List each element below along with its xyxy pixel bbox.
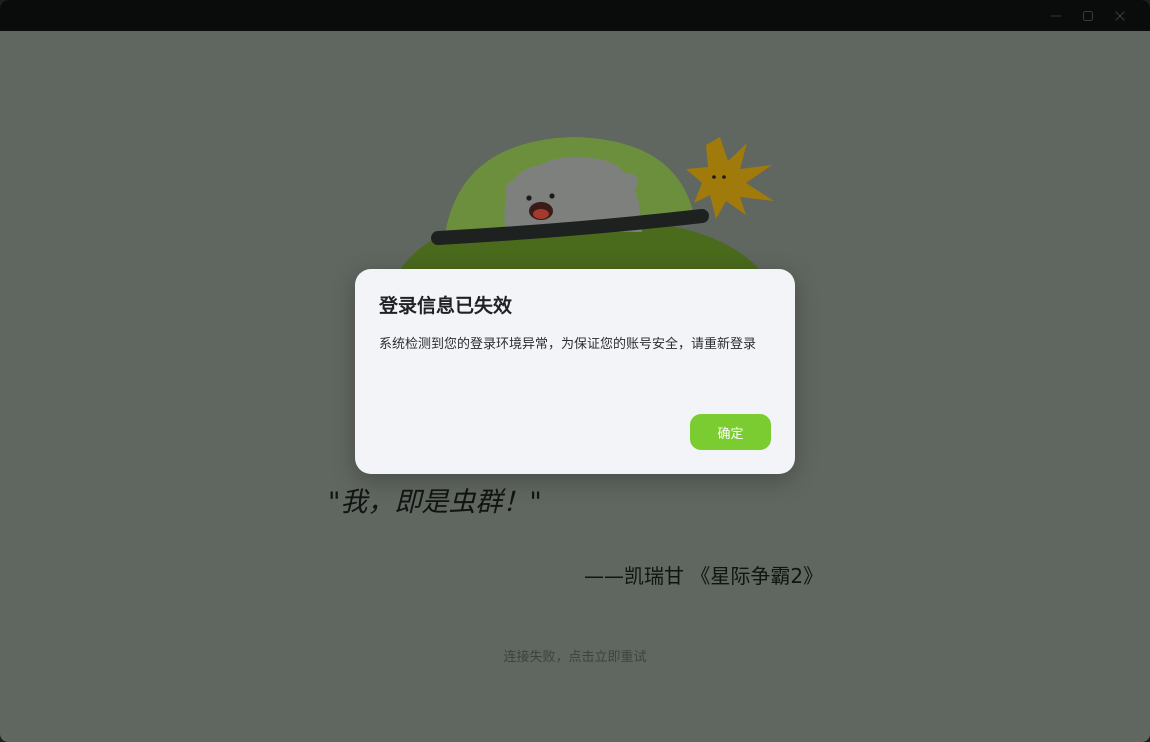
app-window: "我，即是虫群！" ——凯瑞甘 《星际争霸2》 连接失败，点击立即重试 登录信息… bbox=[0, 0, 1150, 742]
minimize-button[interactable] bbox=[1040, 0, 1072, 31]
dialog-title: 登录信息已失效 bbox=[379, 295, 513, 317]
title-bar bbox=[0, 0, 1150, 31]
session-expired-dialog: 登录信息已失效 系统检测到您的登录环境异常，为保证您的账号安全，请重新登录 确定 bbox=[355, 269, 795, 474]
close-button[interactable] bbox=[1104, 0, 1136, 31]
dialog-message: 系统检测到您的登录环境异常，为保证您的账号安全，请重新登录 bbox=[379, 337, 757, 352]
confirm-button[interactable]: 确定 bbox=[690, 414, 771, 450]
close-icon bbox=[1115, 10, 1125, 21]
maximize-icon bbox=[1083, 10, 1093, 21]
maximize-button[interactable] bbox=[1072, 0, 1104, 31]
minimize-icon bbox=[1051, 15, 1061, 16]
